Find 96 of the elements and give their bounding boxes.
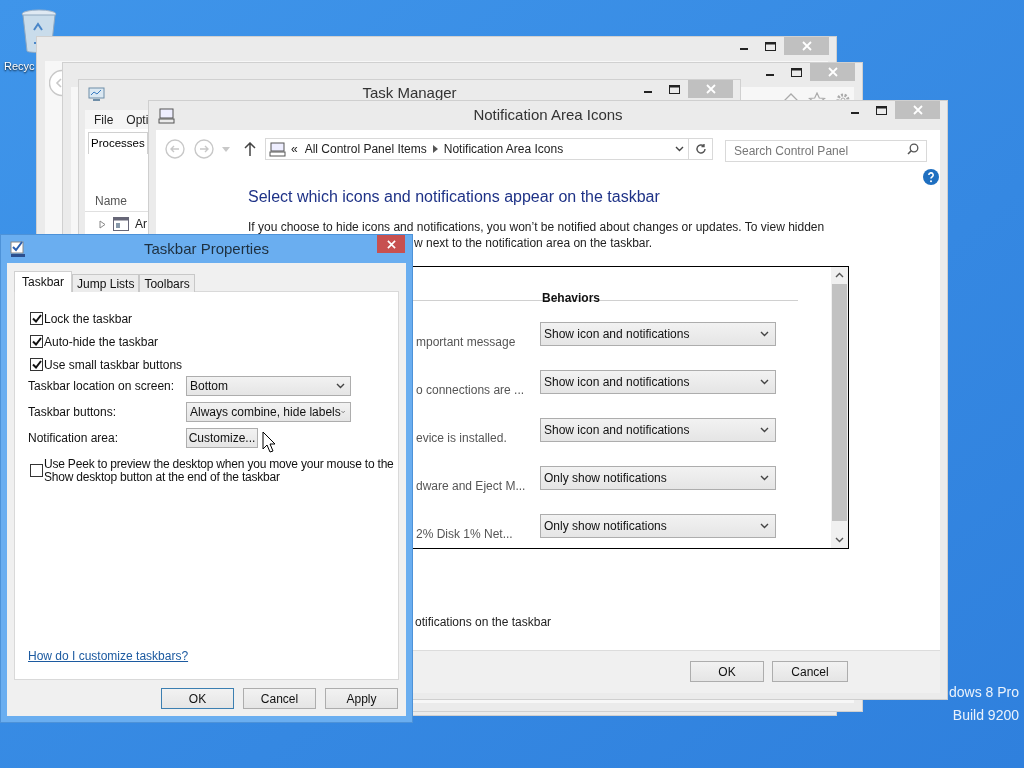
table-cell-text: evice is installed.: [416, 430, 508, 446]
dialog-button[interactable]: OK: [161, 688, 234, 709]
chevron-down-icon: [760, 523, 769, 529]
close-icon: [827, 67, 838, 77]
breadcrumb-separator[interactable]: «: [291, 140, 298, 158]
tab[interactable]: Toolbars: [139, 274, 195, 292]
table-cell-text: mportant message: [416, 334, 517, 350]
cursor-icon: [262, 431, 276, 453]
chevron-down-icon: [760, 331, 769, 337]
breadcrumb-item[interactable]: Notification Area Icons: [443, 140, 564, 158]
chevron-down-icon: [760, 379, 769, 385]
app-window-icon: [113, 217, 129, 231]
scrollbar[interactable]: [831, 267, 848, 548]
maximize-icon: [765, 41, 776, 51]
chevron-right-icon[interactable]: [432, 145, 438, 153]
checklist-icon: [10, 241, 26, 258]
up-arrow-icon[interactable]: [244, 142, 256, 156]
expand-icon[interactable]: [99, 219, 107, 229]
checkmark-icon: [31, 360, 42, 369]
tab[interactable]: Jump Lists: [72, 274, 140, 292]
table-cell-text: o connections are ...: [416, 382, 526, 398]
checkbox-label: Lock the taskbar: [44, 310, 133, 328]
refresh-button[interactable]: [689, 138, 713, 160]
refresh-icon: [694, 143, 707, 155]
field-label: Taskbar location on screen:: [28, 378, 176, 395]
help-link[interactable]: How do I customize taskbars?: [28, 649, 189, 663]
behavior-dropdown[interactable]: Show icon and notifications: [540, 370, 776, 394]
customize-button[interactable]: Customize...: [186, 428, 258, 448]
table-cell-text: dware and Eject M...: [416, 478, 527, 494]
checkbox[interactable]: [30, 358, 43, 371]
chevron-down-icon: [760, 427, 769, 433]
tab[interactable]: Processes: [88, 132, 148, 154]
close-button[interactable]: [377, 235, 405, 253]
description-text: If you choose to hide icons and notifications, you won’t be notified about changes or updates. To view hidden: [248, 220, 825, 234]
window-title: Notification Area Icons: [473, 105, 623, 126]
monitor-chart-icon: [88, 87, 105, 102]
minimize-icon: [739, 48, 748, 50]
star-icon[interactable]: [808, 92, 826, 100]
column-header[interactable]: Name: [95, 191, 127, 210]
behavior-dropdown[interactable]: Show icon and notifications: [540, 322, 776, 346]
field-label: Taskbar buttons:: [28, 404, 118, 421]
checkbox-label: Auto-hide the taskbar: [44, 333, 159, 351]
help-icon[interactable]: [923, 169, 939, 185]
edition-text: Build 9200: [952, 707, 1019, 724]
close-icon: [705, 84, 716, 94]
checkbox-label: Use small taskbar buttons: [44, 356, 183, 374]
description-text: otifications on the taskbar: [415, 614, 552, 630]
column-header: Behaviors: [542, 291, 601, 305]
maximize-icon: [791, 67, 802, 77]
behavior-dropdown[interactable]: Show icon and notifications: [540, 418, 776, 442]
checkbox[interactable]: [30, 312, 43, 325]
table-cell-text: 2% Disk 1% Net...: [416, 526, 514, 542]
scrollbar-thumb[interactable]: [832, 284, 847, 521]
behavior-dropdown[interactable]: Only show notifications: [540, 514, 776, 538]
computer-icon: [269, 141, 286, 157]
menu-item[interactable]: Opti: [126, 110, 149, 129]
dialog-button[interactable]: Apply: [325, 688, 398, 709]
search-icon[interactable]: [907, 143, 919, 155]
chevron-down-icon: [336, 383, 345, 389]
breadcrumb-item[interactable]: All Control Panel Items: [304, 140, 427, 158]
dropdown[interactable]: Always combine, hide labels: [186, 402, 351, 422]
close-icon: [912, 105, 923, 115]
maximize-icon: [669, 84, 680, 94]
checkbox-label: Use Peek to preview the desktop when you move your mouse to the Show desktop button at the end of the taskbar: [44, 458, 395, 484]
close-icon: [386, 239, 396, 249]
behavior-dropdown[interactable]: Only show notifications: [540, 466, 776, 490]
checkmark-icon: [31, 337, 42, 346]
chevron-down-icon: [340, 409, 345, 415]
minimize-icon: [643, 91, 652, 93]
close-icon: [801, 41, 812, 51]
window-title: Task Manager: [362, 85, 457, 101]
checkmark-icon: [31, 314, 42, 323]
checkbox[interactable]: [30, 335, 43, 348]
address-bar[interactable]: « All Control Panel Items Notification Area Icons: [265, 138, 689, 160]
search-field[interactable]: Search Control Panel: [725, 140, 927, 162]
edition-text: dows 8 Pro: [948, 684, 1019, 701]
section-heading: Select which icons and notifications appear on the taskbar: [248, 187, 660, 207]
minimize-icon: [765, 74, 774, 76]
checkbox[interactable]: [30, 464, 43, 477]
chevron-down-icon[interactable]: [675, 146, 684, 152]
dropdown[interactable]: Bottom: [186, 376, 351, 396]
field-label: Notification area:: [28, 430, 120, 447]
dialog-button[interactable]: OK: [690, 661, 764, 682]
chevron-down-icon: [760, 475, 769, 481]
computer-icon: [158, 108, 175, 124]
minimize-icon: [850, 112, 859, 114]
maximize-icon: [876, 105, 887, 115]
menu-item[interactable]: File: [94, 110, 114, 129]
tab[interactable]: Taskbar: [14, 271, 73, 292]
table-cell-text: Ar: [135, 216, 147, 233]
description-text: w next to the notification area on the taskbar.: [414, 236, 653, 251]
dialog-button[interactable]: Cancel: [772, 661, 848, 682]
scroll-down-icon[interactable]: [835, 537, 844, 543]
scroll-up-icon[interactable]: [835, 272, 844, 278]
window-title: Taskbar Properties: [143, 238, 270, 259]
dialog-button[interactable]: Cancel: [243, 688, 316, 709]
